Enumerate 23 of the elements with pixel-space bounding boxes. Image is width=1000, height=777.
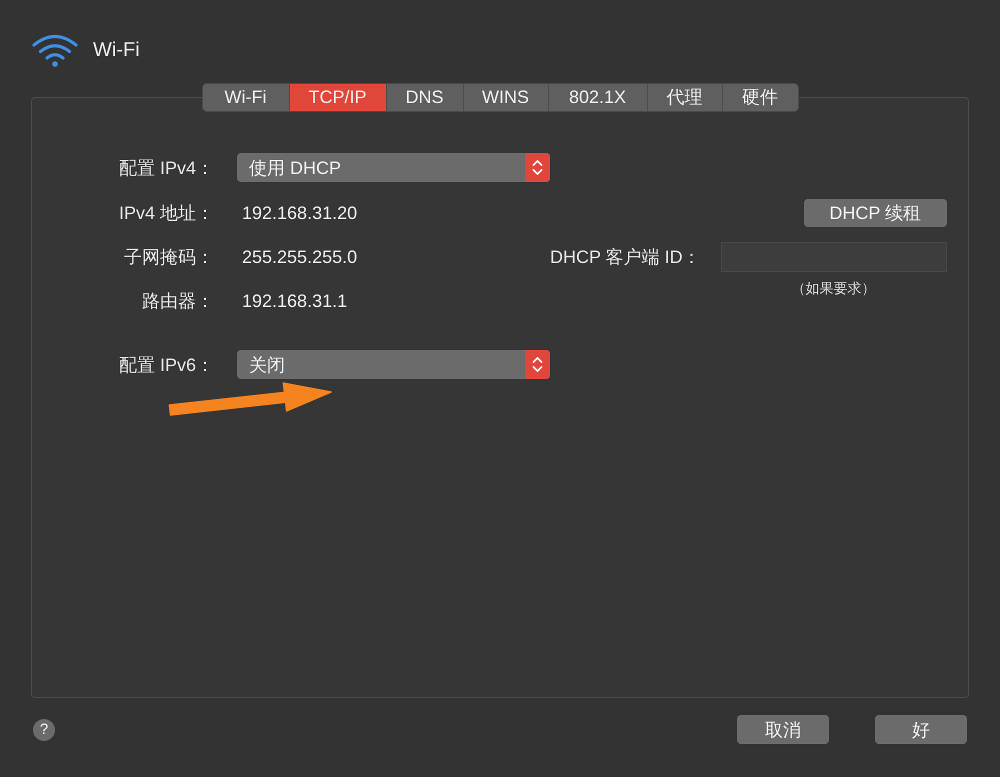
field-label: 配置 IPv4：	[118, 156, 214, 178]
renew-button[interactable]: DHCP 续租	[804, 199, 947, 227]
updown-chevron-icon	[525, 350, 550, 379]
pointer-arrow-icon	[168, 382, 332, 416]
field-label: DHCP 客户端 ID：	[550, 246, 701, 268]
field-label: 配置 IPv6：	[118, 354, 214, 376]
field-label: IPv4 地址：	[118, 202, 214, 224]
help-button[interactable]: ?	[33, 718, 55, 740]
tab[interactable]: TCP/IP	[288, 84, 386, 111]
window-title: Wi-Fi	[93, 38, 140, 62]
field-label: 路由器：	[141, 290, 214, 312]
ipv6-config-popup[interactable]: 关闭	[237, 350, 550, 379]
dialog-button[interactable]: 取消	[737, 715, 829, 744]
field-value: 192.168.31.20	[242, 202, 358, 224]
wifi-icon	[32, 33, 78, 67]
tab[interactable]: 硬件	[722, 84, 798, 111]
ipv4-config-popup[interactable]: 使用 DHCP	[237, 153, 550, 182]
dialog-button[interactable]: 好	[875, 715, 967, 744]
updown-chevron-icon	[525, 153, 550, 182]
field-value: 255.255.255.0	[242, 246, 358, 268]
field-value: 192.168.31.1	[242, 290, 348, 312]
hint-text: （如果要求）	[792, 279, 876, 297]
field-label: 子网掩码：	[123, 246, 214, 268]
